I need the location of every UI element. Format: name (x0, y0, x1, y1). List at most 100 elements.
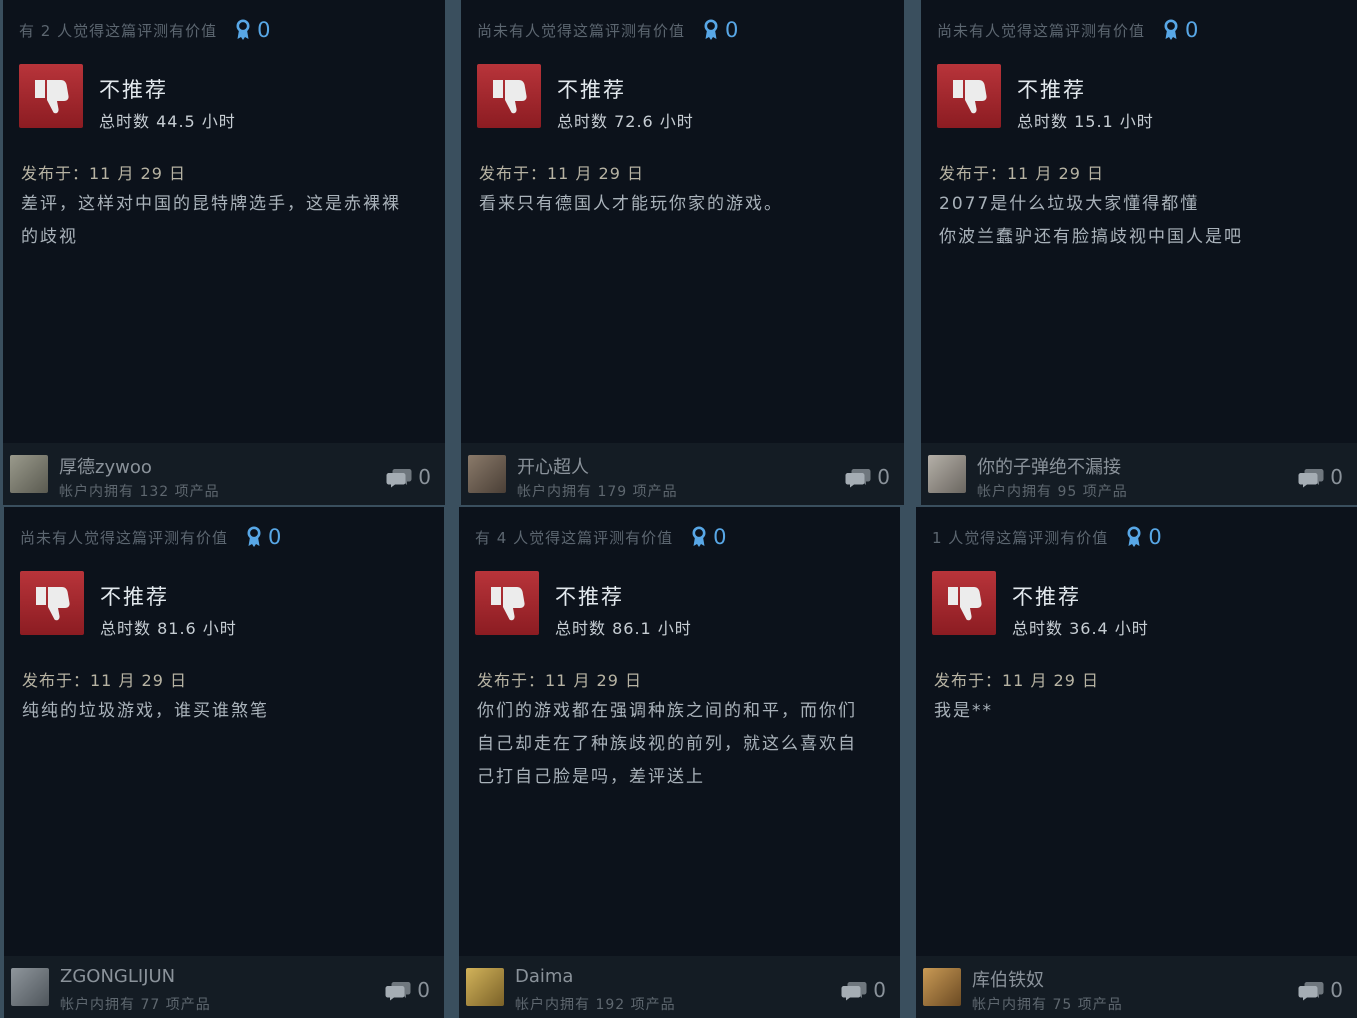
award-ribbon-icon (692, 526, 706, 547)
helpful-count: 尚未有人觉得这篇评测有价值 0 (20, 525, 281, 549)
comment-count: 0 (417, 978, 430, 1002)
avatar[interactable] (11, 968, 49, 1006)
review-text: 看来只有德国人才能玩你家的游戏。 (479, 188, 888, 221)
products-owned: 帐户内拥有 77 项产品 (60, 997, 211, 1013)
review-author-bar[interactable]: 开心超人 帐户内拥有 179 项产品 0 (461, 443, 904, 505)
playtime: 总时数 72.6 小时 (557, 112, 694, 131)
award-count: 0 (1148, 525, 1162, 549)
award-button[interactable]: 0 (246, 525, 281, 549)
review-text: 2077是什么垃圾大家懂得都懂 你波兰蠢驴还有脸搞歧视中国人是吧 (939, 188, 1341, 254)
author-name[interactable]: ZGONGLIJUN (60, 966, 175, 987)
author-name[interactable]: 你的子弹绝不漏接 (977, 453, 1121, 479)
comment-bubbles-icon (1298, 982, 1324, 1001)
review-card: 有 4 人觉得这篇评测有价值 0 不推荐 总时数 86.1 小时 发布于：11 … (459, 507, 900, 1018)
posted-date: 发布于：11 月 29 日 (939, 164, 1104, 183)
review-card: 尚未有人觉得这篇评测有价值 0 不推荐 总时数 72.6 小时 发布于：11 月… (461, 0, 904, 505)
award-count: 0 (257, 18, 271, 42)
award-count: 0 (713, 525, 727, 549)
award-button[interactable]: 0 (691, 525, 726, 549)
products-owned: 帐户内拥有 132 项产品 (59, 484, 220, 500)
thumbs-down-icon (937, 64, 1001, 128)
helpful-count: 有 4 人觉得这篇评测有价值 0 (475, 525, 726, 549)
helpful-text: 尚未有人觉得这篇评测有价值 (937, 21, 1146, 40)
thumbs-down-icon (475, 571, 539, 635)
comment-bubbles-icon (386, 469, 412, 488)
playtime: 总时数 81.6 小时 (100, 619, 237, 638)
recommendation-label: 不推荐 (1017, 78, 1086, 102)
avatar[interactable] (468, 455, 506, 493)
comment-count: 0 (877, 465, 890, 489)
comments-button[interactable]: 0 (1298, 465, 1343, 489)
award-button[interactable]: 0 (1163, 18, 1198, 42)
review-text-line: 看来只有德国人才能玩你家的游戏。 (479, 194, 783, 214)
comment-count: 0 (1330, 465, 1343, 489)
review-text: 你们的游戏都在强调种族之间的和平，而你们 自己却走在了种族歧视的前列，就这么喜欢自… (477, 695, 884, 794)
helpful-text: 尚未有人觉得这篇评测有价值 (477, 21, 686, 40)
award-ribbon-icon (236, 19, 250, 40)
comment-count: 0 (1330, 978, 1343, 1002)
products-owned: 帐户内拥有 179 项产品 (517, 484, 678, 500)
comment-bubbles-icon (841, 982, 867, 1001)
thumbs-down-icon (932, 571, 996, 635)
award-button[interactable]: 0 (703, 18, 738, 42)
author-name[interactable]: Daima (515, 966, 573, 987)
award-ribbon-icon (247, 526, 261, 547)
products-owned: 帐户内拥有 95 项产品 (977, 484, 1128, 500)
award-count: 0 (725, 18, 739, 42)
author-name[interactable]: 库伯铁奴 (972, 966, 1044, 992)
author-name[interactable]: 厚德zywoo (59, 453, 152, 479)
review-card: 有 2 人觉得这篇评测有价值 0 不推荐 总时数 44.5 小时 发布于：11 … (3, 0, 445, 505)
helpful-count: 尚未有人觉得这篇评测有价值 0 (477, 18, 738, 42)
posted-date: 发布于：11 月 29 日 (479, 164, 644, 183)
comment-bubbles-icon (385, 982, 411, 1001)
helpful-count: 尚未有人觉得这篇评测有价值 0 (937, 18, 1198, 42)
award-count: 0 (268, 525, 282, 549)
playtime: 总时数 44.5 小时 (99, 112, 236, 131)
thumbs-down-icon (19, 64, 83, 128)
recommendation-label: 不推荐 (557, 78, 626, 102)
comment-count: 0 (418, 465, 431, 489)
comment-count: 0 (873, 978, 886, 1002)
playtime: 总时数 36.4 小时 (1012, 619, 1149, 638)
comments-button[interactable]: 0 (845, 465, 890, 489)
products-owned: 帐户内拥有 75 项产品 (972, 997, 1123, 1013)
helpful-text: 尚未有人觉得这篇评测有价值 (20, 528, 229, 547)
review-author-bar[interactable]: ZGONGLIJUN 帐户内拥有 77 项产品 0 (4, 956, 444, 1018)
review-text-line: 的歧视 (21, 227, 78, 247)
review-card: 1 人觉得这篇评测有价值 0 不推荐 总时数 36.4 小时 发布于：11 月 … (916, 507, 1357, 1018)
review-text: 我是** (934, 695, 1341, 728)
review-text-line: 己打自己脸是吗，差评送上 (477, 767, 705, 787)
award-button[interactable]: 0 (235, 18, 270, 42)
posted-date: 发布于：11 月 29 日 (477, 671, 642, 690)
helpful-text: 1 人觉得这篇评测有价值 (932, 528, 1109, 547)
avatar[interactable] (923, 968, 961, 1006)
avatar[interactable] (466, 968, 504, 1006)
posted-date: 发布于：11 月 29 日 (22, 671, 187, 690)
award-count: 0 (1185, 18, 1199, 42)
comments-button[interactable]: 0 (841, 978, 886, 1002)
helpful-count: 1 人觉得这篇评测有价值 0 (932, 525, 1162, 549)
products-owned: 帐户内拥有 192 项产品 (515, 997, 676, 1013)
review-text-line: 差评，这样对中国的昆特牌选手，这是赤裸裸 (21, 194, 401, 214)
award-ribbon-icon (704, 19, 718, 40)
review-text-line: 2077是什么垃圾大家懂得都懂 (939, 194, 1200, 214)
review-author-bar[interactable]: 你的子弹绝不漏接 帐户内拥有 95 项产品 0 (921, 443, 1357, 505)
recommendation-label: 不推荐 (1012, 585, 1081, 609)
avatar[interactable] (10, 455, 48, 493)
comments-button[interactable]: 0 (1298, 978, 1343, 1002)
posted-date: 发布于：11 月 29 日 (21, 164, 186, 183)
review-text: 差评，这样对中国的昆特牌选手，这是赤裸裸 的歧视 (21, 188, 429, 254)
recommendation-label: 不推荐 (99, 78, 168, 102)
thumbs-down-icon (477, 64, 541, 128)
review-author-bar[interactable]: Daima 帐户内拥有 192 项产品 0 (459, 956, 900, 1018)
review-author-bar[interactable]: 厚德zywoo 帐户内拥有 132 项产品 0 (3, 443, 445, 505)
review-text-line: 你们的游戏都在强调种族之间的和平，而你们 (477, 701, 857, 721)
author-name[interactable]: 开心超人 (517, 453, 589, 479)
review-text-line: 自己却走在了种族歧视的前列，就这么喜欢自 (477, 734, 857, 754)
review-author-bar[interactable]: 库伯铁奴 帐户内拥有 75 项产品 0 (916, 956, 1357, 1018)
comments-button[interactable]: 0 (385, 978, 430, 1002)
review-text-line: 纯纯的垃圾游戏，谁买谁煞笔 (22, 701, 269, 721)
avatar[interactable] (928, 455, 966, 493)
comments-button[interactable]: 0 (386, 465, 431, 489)
award-button[interactable]: 0 (1126, 525, 1162, 549)
